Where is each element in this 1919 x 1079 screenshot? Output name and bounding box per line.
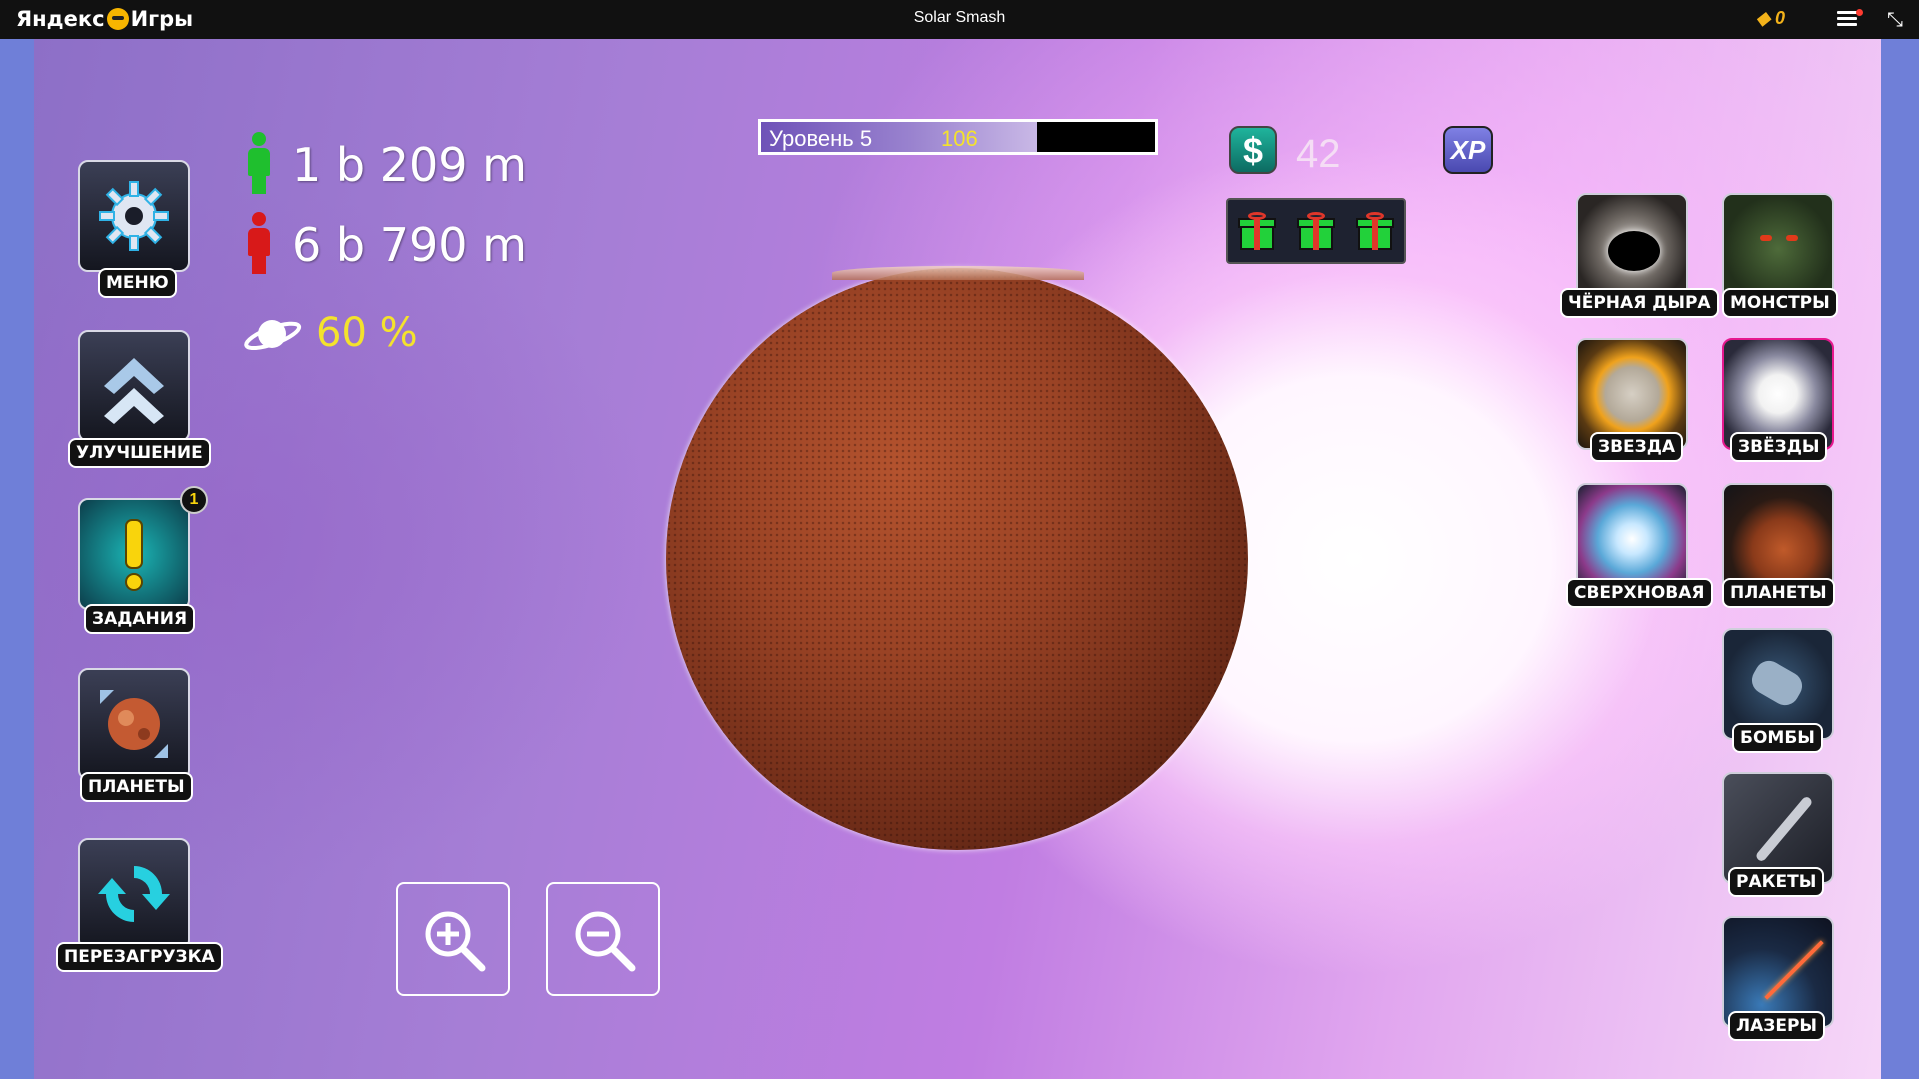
- reload-label: ПЕРЕЗАГРУЗКА: [56, 942, 223, 972]
- bombs-label: БОМБЫ: [1732, 723, 1823, 753]
- gear-icon[interactable]: [78, 160, 190, 272]
- menu-label: МЕНЮ: [98, 268, 177, 298]
- black-hole-label: ЧЁРНАЯ ДЫРА: [1560, 288, 1719, 318]
- yan-coins-balance[interactable]: ◆ 0: [1756, 8, 1785, 29]
- lasers-label: ЛАЗЕРЫ: [1728, 1011, 1826, 1041]
- dead-person-icon: [248, 212, 270, 274]
- quests-label: ЗАДАНИЯ: [84, 604, 196, 634]
- money-value: 42: [1296, 132, 1341, 176]
- level-progress-bar: Уровень 5 106: [758, 119, 1158, 155]
- zoom-out-button[interactable]: [546, 882, 660, 996]
- upgrade-chevron-icon[interactable]: [78, 330, 190, 442]
- xp-icon[interactable]: XP: [1443, 126, 1493, 174]
- upgrade-label: УЛУЧШЕНИЕ: [68, 438, 211, 468]
- zoom-in-icon: [425, 911, 486, 972]
- stars-label: ЗВЁЗДЫ: [1730, 432, 1828, 462]
- quests-count-badge: 1: [180, 486, 208, 514]
- planets-label: ПЛАНЕТЫ: [80, 772, 193, 802]
- quest-exclamation-icon[interactable]: [78, 498, 190, 610]
- game-title: Solar Smash: [913, 9, 1006, 26]
- zoom-in-button[interactable]: [396, 882, 510, 996]
- alive-person-icon: [248, 132, 270, 194]
- monsters-label: МОНСТРЫ: [1722, 288, 1838, 318]
- gift-boxes-button[interactable]: [1226, 198, 1406, 264]
- money-icon: $: [1229, 126, 1277, 174]
- zoom-out-icon: [575, 911, 636, 972]
- planet-health-percent: 60 %: [316, 310, 418, 356]
- reload-icon[interactable]: [78, 838, 190, 950]
- planet-select-icon[interactable]: [78, 668, 190, 780]
- missiles-label: РАКЕТЫ: [1728, 867, 1825, 897]
- notification-dot: [1856, 9, 1863, 16]
- gift-icon: [1296, 212, 1335, 250]
- planets-weapon-label: ПЛАНЕТЫ: [1722, 578, 1835, 608]
- yandex-games-topbar: Яндекс Игры Solar Smash ◆ 0 ⤡: [0, 0, 1919, 39]
- hamburger-menu-icon[interactable]: [1837, 11, 1857, 27]
- star-label: ЗВЕЗДА: [1590, 432, 1684, 462]
- exit-fullscreen-icon[interactable]: ⤡: [1887, 9, 1903, 32]
- coins-value: 0: [1774, 8, 1785, 28]
- dead-population: 6 b 790 m: [292, 218, 527, 272]
- gift-icon: [1238, 212, 1277, 250]
- level-label: Уровень 5: [769, 126, 873, 151]
- planet-health-icon: [244, 320, 302, 351]
- alive-population: 1 b 209 m: [292, 138, 527, 192]
- level-xp-value: 106: [941, 126, 978, 151]
- supernova-label: СВЕРХНОВАЯ: [1566, 578, 1713, 608]
- gift-icon: [1355, 212, 1394, 250]
- target-planet[interactable]: [666, 268, 1248, 850]
- planet-crater-rim: [832, 266, 1084, 280]
